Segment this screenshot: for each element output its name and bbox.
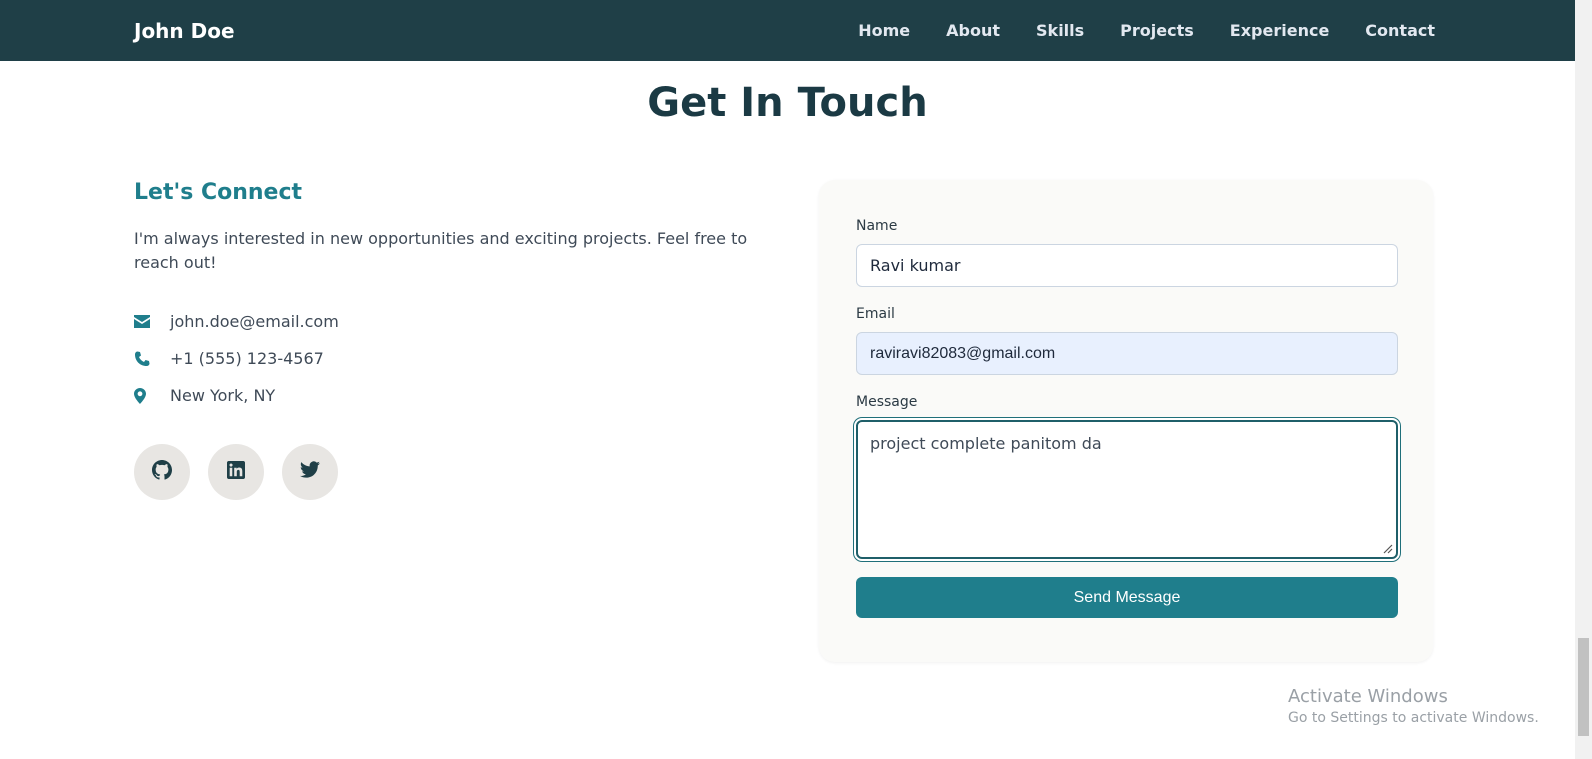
connect-panel: Let's Connect I'm always interested in n… xyxy=(134,180,754,500)
name-input-value: Ravi kumar xyxy=(870,256,961,275)
linkedin-link[interactable] xyxy=(208,444,264,500)
name-label: Name xyxy=(856,218,898,234)
contact-form: Name Ravi kumar Email raviravi82083@gmai… xyxy=(819,180,1433,662)
github-icon xyxy=(152,459,173,485)
contact-phone: +1 (555) 123-4567 xyxy=(134,340,754,377)
twitter-link[interactable] xyxy=(282,444,338,500)
name-input[interactable]: Ravi kumar xyxy=(856,244,1398,287)
top-navbar: John Doe Home About Skills Projects Expe… xyxy=(0,0,1575,61)
brand-logo[interactable]: John Doe xyxy=(134,19,235,43)
connect-description: I'm always interested in new opportuniti… xyxy=(134,229,748,272)
linkedin-icon xyxy=(227,460,245,484)
contact-location-text: New York, NY xyxy=(170,386,276,405)
message-textarea[interactable]: project complete panitom da xyxy=(854,418,1400,561)
nav-link-about[interactable]: About xyxy=(946,21,1000,40)
message-textarea-value: project complete panitom da xyxy=(870,434,1102,453)
social-links xyxy=(134,444,754,500)
contact-list: john.doe@email.com +1 (555) 123-4567 New… xyxy=(134,303,754,414)
twitter-icon xyxy=(300,461,320,483)
nav-link-skills[interactable]: Skills xyxy=(1036,21,1084,40)
watermark-subtitle: Go to Settings to activate Windows. xyxy=(1288,710,1539,726)
nav-link-projects[interactable]: Projects xyxy=(1120,21,1194,40)
contact-location: New York, NY xyxy=(134,377,754,414)
contact-email: john.doe@email.com xyxy=(134,303,754,340)
watermark-title: Activate Windows xyxy=(1288,686,1448,707)
nav-links: Home About Skills Projects Experience Co… xyxy=(858,21,1435,40)
send-message-button[interactable]: Send Message xyxy=(856,577,1398,618)
connect-title: Let's Connect xyxy=(134,180,303,205)
email-label: Email xyxy=(856,306,895,322)
email-input-value: raviravi82083@gmail.com xyxy=(870,344,1056,362)
page-scrollbar[interactable] xyxy=(1575,0,1592,759)
windows-activation-watermark: Activate Windows Go to Settings to activ… xyxy=(1288,686,1539,726)
scrollbar-thumb[interactable] xyxy=(1578,638,1589,736)
resize-grip-icon[interactable] xyxy=(1383,544,1393,554)
envelope-icon xyxy=(134,315,170,328)
map-pin-icon xyxy=(134,387,170,404)
nav-link-experience[interactable]: Experience xyxy=(1230,21,1330,40)
nav-link-contact[interactable]: Contact xyxy=(1365,21,1435,40)
github-link[interactable] xyxy=(134,444,190,500)
email-input[interactable]: raviravi82083@gmail.com xyxy=(856,332,1398,375)
message-label: Message xyxy=(856,394,918,410)
contact-phone-text[interactable]: +1 (555) 123-4567 xyxy=(170,349,324,368)
section-title: Get In Touch xyxy=(647,80,928,126)
nav-link-home[interactable]: Home xyxy=(858,21,910,40)
phone-icon xyxy=(134,351,170,367)
contact-email-text[interactable]: john.doe@email.com xyxy=(170,312,339,331)
